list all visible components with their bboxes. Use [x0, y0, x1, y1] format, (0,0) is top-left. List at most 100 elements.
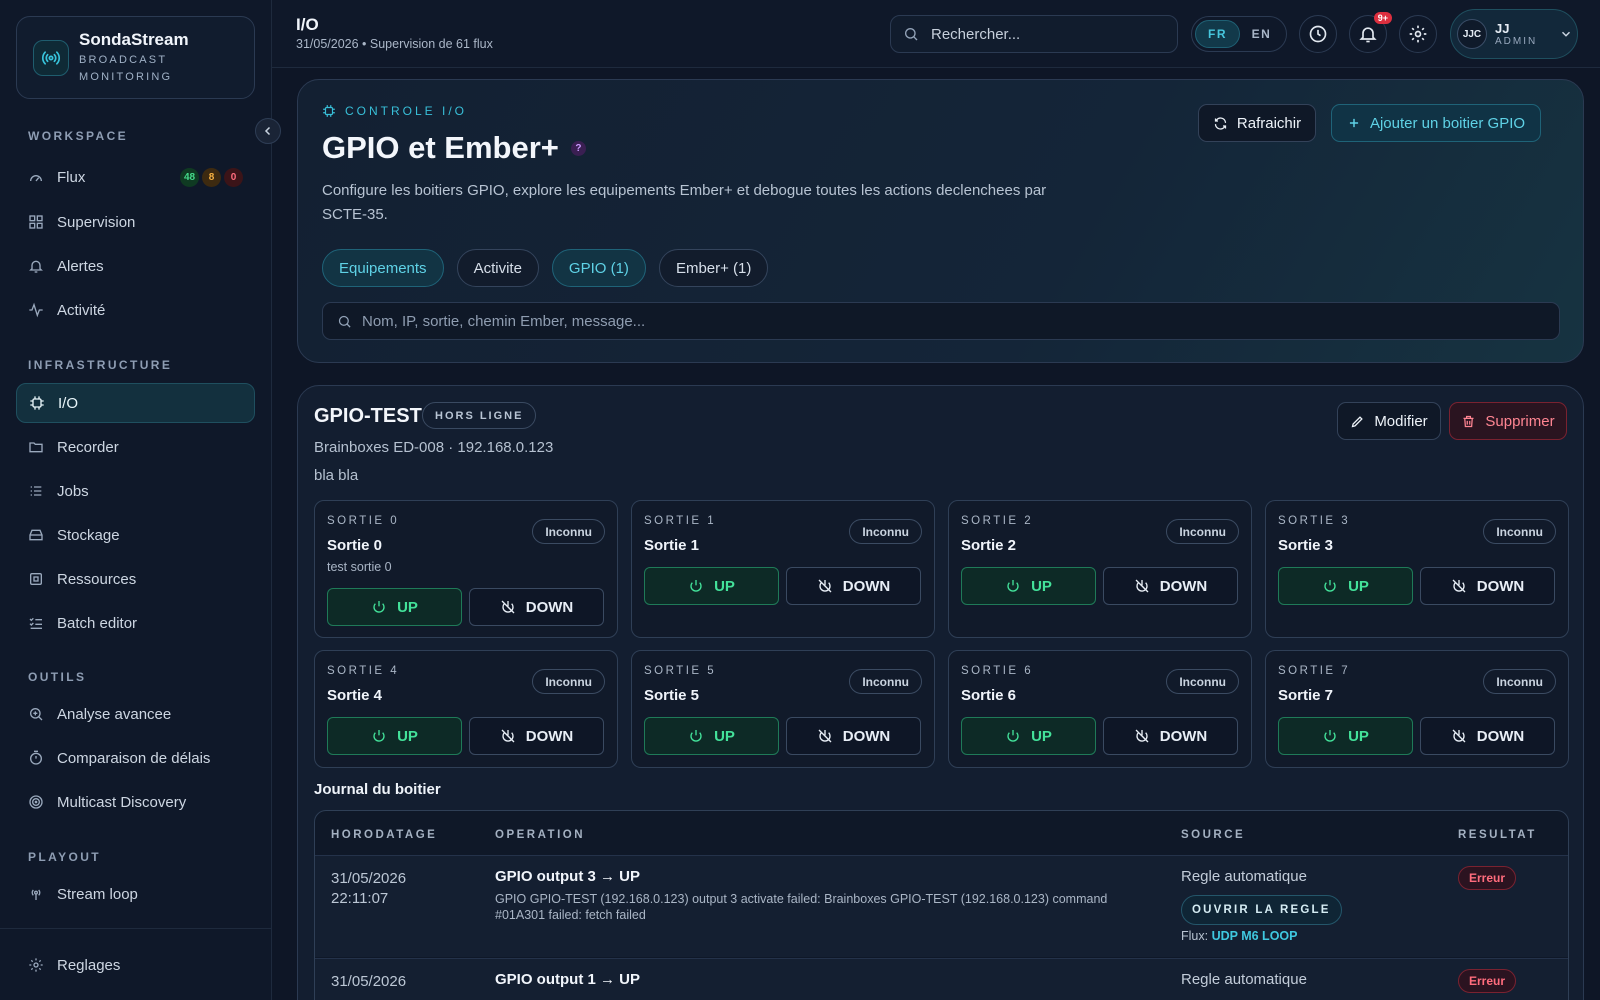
- power-off-icon: [1452, 579, 1466, 593]
- sidebar-item-batch-editor[interactable]: Batch editor: [16, 603, 255, 643]
- sidebar-item-label: Supervision: [57, 213, 136, 231]
- power-icon: [1007, 730, 1019, 742]
- page-kicker: CONTROLE I/O: [322, 104, 467, 118]
- output-down-button[interactable]: DOWN: [1103, 717, 1238, 755]
- output-down-button[interactable]: DOWN: [469, 717, 604, 755]
- avatar: JJC: [1457, 19, 1487, 49]
- sidebar-item-stockage[interactable]: Stockage: [16, 515, 255, 555]
- brand-card[interactable]: SondaStream BROADCAST MONITORING: [16, 16, 255, 99]
- tab-ember[interactable]: Ember+ (1): [658, 249, 769, 287]
- help-icon[interactable]: ?: [570, 140, 586, 156]
- global-search[interactable]: [890, 15, 1178, 53]
- user-menu[interactable]: JJC JJ ADMIN: [1450, 9, 1578, 59]
- output-state-badge: Inconnu: [849, 519, 922, 544]
- sidebar-item-activite[interactable]: Activité: [16, 290, 255, 330]
- output-down-button[interactable]: DOWN: [1420, 567, 1555, 605]
- notification-count-badge: 9+: [1373, 12, 1392, 24]
- output-index-label: SORTIE 0: [327, 515, 400, 527]
- hero-description: Configure les boitiers GPIO, explore les…: [322, 182, 1047, 223]
- folder-icon: [28, 439, 44, 455]
- hero-title-text: GPIO et Ember+: [322, 130, 559, 165]
- sidebar-item-label: Batch editor: [57, 614, 138, 632]
- tab-gpio[interactable]: GPIO (1): [551, 249, 646, 287]
- chip-icon: [323, 105, 335, 117]
- sidebar-item-alertes[interactable]: Alertes: [16, 246, 255, 286]
- section-outils: OUTILS: [28, 670, 87, 684]
- refresh-label: Rafraichir: [1236, 114, 1302, 132]
- equipment-filter[interactable]: [322, 302, 1560, 340]
- output-down-button[interactable]: DOWN: [469, 588, 604, 626]
- output-state-badge: Inconnu: [1166, 669, 1239, 694]
- search-input[interactable]: [931, 25, 1161, 43]
- power-off-icon: [1135, 729, 1149, 743]
- refresh-icon: [1214, 116, 1227, 130]
- table-row: 31/05/2026 GPIO output 1 → UP Regle auto…: [315, 958, 1568, 1000]
- power-off-icon: [1135, 579, 1149, 593]
- brand-subtitle-1: BROADCAST: [79, 53, 168, 66]
- gear-icon: [1409, 25, 1427, 43]
- output-down-button[interactable]: DOWN: [786, 717, 921, 755]
- checklist-icon: [28, 615, 44, 631]
- refresh-button[interactable]: Rafraichir: [1198, 104, 1316, 142]
- history-button[interactable]: [1299, 15, 1337, 53]
- clock-icon: [1309, 25, 1327, 43]
- broadcast-logo-icon: [33, 39, 69, 76]
- section-playout: PLAYOUT: [28, 850, 102, 864]
- down-label: DOWN: [842, 577, 891, 595]
- sidebar-item-recorder[interactable]: Recorder: [16, 427, 255, 467]
- search-plus-icon: [28, 706, 44, 722]
- sidebar-item-flux[interactable]: Flux 48 8 0: [16, 157, 255, 197]
- notifications-button[interactable]: 9+: [1349, 12, 1392, 53]
- row-date: 31/05/2026: [331, 973, 407, 990]
- output-down-button[interactable]: DOWN: [1103, 567, 1238, 605]
- edit-device-button[interactable]: Modifier: [1337, 402, 1441, 440]
- output-up-button[interactable]: UP: [644, 567, 779, 605]
- gpio-output-card: SORTIE 6 Sortie 6 Inconnu UP DOWN: [948, 650, 1252, 768]
- output-down-button[interactable]: DOWN: [786, 567, 921, 605]
- sidebar-item-ressources[interactable]: Ressources: [16, 559, 255, 599]
- power-icon: [373, 730, 385, 742]
- tab-equipements[interactable]: Equipements: [322, 249, 444, 287]
- filter-input[interactable]: [362, 312, 1542, 330]
- output-up-button[interactable]: UP: [327, 717, 462, 755]
- sidebar-item-jobs[interactable]: Jobs: [16, 471, 255, 511]
- output-up-button[interactable]: UP: [1278, 567, 1413, 605]
- tab-activite[interactable]: Activite: [456, 249, 539, 287]
- row-operation: GPIO output 3 → UP: [495, 868, 640, 885]
- output-state-badge: Inconnu: [849, 669, 922, 694]
- settings-button[interactable]: [1399, 15, 1437, 53]
- output-up-button[interactable]: UP: [1278, 717, 1413, 755]
- topbar: I/O 31/05/2026 • Supervision de 61 flux …: [272, 0, 1600, 68]
- down-label: DOWN: [1159, 577, 1208, 595]
- lang-en-option[interactable]: EN: [1240, 20, 1283, 48]
- gpio-output-card: SORTIE 2 Sortie 2 Inconnu UP DOWN: [948, 500, 1252, 638]
- sidebar-item-supervision[interactable]: Supervision: [16, 202, 255, 242]
- output-up-button[interactable]: UP: [961, 567, 1096, 605]
- sidebar-item-reglages[interactable]: Reglages: [16, 945, 255, 985]
- sidebar-item-analyse[interactable]: Analyse avancee: [16, 694, 255, 734]
- sidebar-item-label: Stream loop: [57, 885, 138, 903]
- sidebar-item-stream-loop[interactable]: Stream loop: [16, 874, 255, 914]
- row-source: Regle automatique: [1181, 868, 1307, 885]
- output-up-button[interactable]: UP: [327, 588, 462, 626]
- sidebar-item-comparaison[interactable]: Comparaison de délais: [16, 738, 255, 778]
- flux-link[interactable]: UDP M6 LOOP: [1212, 929, 1298, 943]
- user-role: ADMIN: [1495, 36, 1538, 47]
- page-title: I/O: [296, 15, 319, 34]
- open-rule-button[interactable]: OUVRIR LA REGLE: [1181, 895, 1342, 925]
- sidebar-item-label: I/O: [58, 394, 79, 412]
- output-down-button[interactable]: DOWN: [1420, 717, 1555, 755]
- power-icon: [1324, 580, 1336, 592]
- add-gpio-button[interactable]: Ajouter un boitier GPIO: [1331, 104, 1541, 142]
- sidebar-item-io[interactable]: I/O: [16, 383, 255, 423]
- output-up-button[interactable]: UP: [961, 717, 1096, 755]
- delete-device-button[interactable]: Supprimer: [1449, 402, 1567, 440]
- broadcast-icon: [28, 886, 44, 902]
- sidebar-item-multicast[interactable]: Multicast Discovery: [16, 782, 255, 822]
- sidebar-item-label: Stockage: [57, 526, 120, 544]
- language-toggle[interactable]: FR EN: [1191, 16, 1287, 52]
- chevron-down-icon: [1562, 31, 1571, 37]
- section-infrastructure: INFRASTRUCTURE: [28, 358, 173, 372]
- lang-fr-option[interactable]: FR: [1195, 20, 1240, 48]
- output-up-button[interactable]: UP: [644, 717, 779, 755]
